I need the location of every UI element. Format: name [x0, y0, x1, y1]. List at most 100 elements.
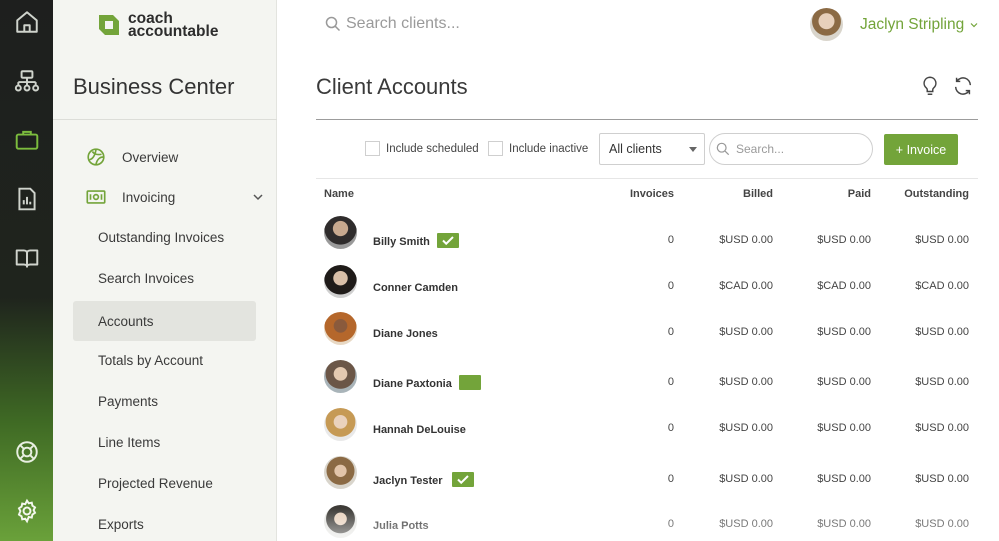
column-header-name[interactable]: Name	[324, 188, 354, 200]
sidebar-item-invoicing[interactable]: Invoicing	[85, 177, 268, 217]
outstanding-amount: $USD 0.00	[915, 518, 969, 530]
table-row[interactable]: Diane Jones 0 $USD 0.00 $USD 0.00 $USD 0.00	[316, 312, 978, 360]
briefcase-icon[interactable]	[0, 120, 53, 160]
add-invoice-button[interactable]: + Invoice	[884, 134, 958, 165]
report-icon[interactable]	[0, 179, 53, 219]
billed-amount: $USD 0.00	[719, 326, 773, 338]
org-chart-icon[interactable]	[0, 61, 53, 101]
sidebar-item-projected-revenue[interactable]: Projected Revenue	[73, 463, 256, 503]
sidebar-item-totals-by-account[interactable]: Totals by Account	[73, 340, 256, 380]
sidebar-item-search-invoices[interactable]: Search Invoices	[73, 258, 256, 298]
sidebar-item-label: Totals by Account	[98, 352, 204, 368]
caret-down-icon	[689, 147, 697, 152]
table-row[interactable]: Julia Potts 0 $USD 0.00 $USD 0.00 $USD 0.00	[316, 505, 978, 541]
checkbox-box[interactable]	[365, 141, 380, 156]
refresh-icon[interactable]	[952, 75, 974, 97]
logo[interactable]: coach accountable	[96, 11, 218, 39]
chevron-down-icon	[970, 22, 978, 27]
settings-gear-icon[interactable]	[0, 491, 53, 531]
sidebar-item-exports[interactable]: Exports	[73, 504, 256, 541]
chevron-down-icon[interactable]	[252, 191, 264, 203]
help-lifebuoy-icon[interactable]	[0, 432, 53, 472]
billed-amount: $USD 0.00	[719, 518, 773, 530]
avatar	[324, 312, 357, 345]
paid-amount: $USD 0.00	[817, 422, 871, 434]
sidebar: coach accountable Business Center Overvi…	[53, 0, 277, 541]
avatar	[324, 505, 357, 538]
column-header-outstanding[interactable]: Outstanding	[869, 188, 969, 200]
client-name[interactable]: Julia Potts	[373, 520, 429, 532]
sidebar-item-label: Search Invoices	[98, 270, 195, 286]
client-filter-select[interactable]: All clients	[599, 133, 705, 165]
client-name[interactable]: Diane Jones	[373, 328, 438, 340]
paid-amount: $USD 0.00	[817, 518, 871, 530]
column-header-paid[interactable]: Paid	[791, 188, 871, 200]
avatar	[324, 408, 357, 441]
search-icon	[716, 142, 730, 156]
avatar	[324, 456, 357, 489]
checkbox-box[interactable]	[488, 141, 503, 156]
sidebar-item-label: Projected Revenue	[98, 475, 213, 491]
outstanding-amount: $USD 0.00	[915, 326, 969, 338]
sidebar-title: Business Center	[73, 74, 235, 99]
invoice-count: 0	[667, 326, 674, 338]
sidebar-item-label: Invoicing	[122, 189, 176, 205]
outstanding-amount: $USD 0.00	[915, 422, 969, 434]
client-search-input[interactable]: Search clients...	[325, 15, 460, 33]
home-icon[interactable]	[0, 2, 53, 42]
paid-amount: $USD 0.00	[817, 326, 871, 338]
invoice-count: 0	[667, 422, 674, 434]
page-title: Client Accounts	[316, 74, 468, 99]
portal-badge-icon	[459, 375, 481, 390]
sidebar-item-outstanding-invoices[interactable]: Outstanding Invoices	[73, 217, 256, 257]
portal-check-badge-icon	[452, 472, 474, 487]
column-header-billed[interactable]: Billed	[693, 188, 773, 200]
column-header-invoices[interactable]: Invoices	[594, 188, 674, 200]
table-divider	[316, 178, 978, 179]
account-search-input[interactable]: Search...	[709, 133, 873, 165]
include-scheduled-label: Include scheduled	[386, 142, 479, 155]
client-name[interactable]: Hannah DeLouise	[373, 424, 466, 436]
table-row[interactable]: Jaclyn Tester 0 $USD 0.00 $USD 0.00 $USD 0.0…	[316, 456, 978, 504]
invoice-icon	[86, 190, 106, 204]
invoice-count: 0	[667, 518, 674, 530]
user-name: Jaclyn Stripling	[860, 15, 965, 33]
sidebar-item-label: Line Items	[98, 434, 161, 450]
paid-amount: $USD 0.00	[817, 234, 871, 246]
sidebar-divider	[53, 119, 277, 120]
lightbulb-icon[interactable]	[919, 75, 941, 97]
table-row[interactable]: Hannah DeLouise 0 $USD 0.00 $USD 0.00 $USD 0…	[316, 408, 978, 456]
billed-amount: $CAD 0.00	[719, 280, 773, 292]
sidebar-item-label: Accounts	[98, 313, 154, 329]
paid-amount: $USD 0.00	[817, 376, 871, 388]
sidebar-item-payments[interactable]: Payments	[73, 381, 256, 421]
client-name[interactable]: Billy Smith	[373, 236, 430, 248]
invoice-count: 0	[667, 473, 674, 485]
billed-amount: $USD 0.00	[719, 234, 773, 246]
include-scheduled-checkbox[interactable]: Include scheduled	[365, 141, 479, 156]
billed-amount: $USD 0.00	[719, 473, 773, 485]
avatar	[324, 265, 357, 298]
avatar	[324, 360, 357, 393]
client-name[interactable]: Jaclyn Tester	[373, 475, 443, 487]
portal-check-badge-icon	[437, 233, 459, 248]
table-row[interactable]: Conner Camden 0 $CAD 0.00 $CAD 0.00 $CAD 0.0…	[316, 265, 978, 313]
sidebar-item-line-items[interactable]: Line Items	[73, 422, 256, 462]
client-name[interactable]: Diane Paxtonia	[373, 378, 452, 390]
paid-amount: $USD 0.00	[817, 473, 871, 485]
sidebar-item-accounts[interactable]: Accounts	[73, 301, 256, 341]
outstanding-amount: $USD 0.00	[915, 376, 969, 388]
sidebar-item-overview[interactable]: Overview	[85, 137, 268, 177]
table-row[interactable]: Diane Paxtonia 0 $USD 0.00 $USD 0.00 $USD 0.…	[316, 360, 978, 408]
client-filter-value: All clients	[609, 142, 662, 156]
paid-amount: $CAD 0.00	[817, 280, 871, 292]
client-name[interactable]: Conner Camden	[373, 282, 458, 294]
include-inactive-checkbox[interactable]: Include inactive	[488, 141, 588, 156]
outstanding-amount: $USD 0.00	[915, 234, 969, 246]
book-icon[interactable]	[0, 238, 53, 278]
table-row[interactable]: Billy Smith 0 $USD 0.00 $USD 0.00 $USD 0.00	[316, 216, 978, 264]
outstanding-amount: $CAD 0.00	[915, 280, 969, 292]
search-icon	[325, 16, 341, 32]
user-menu[interactable]: Jaclyn Stripling	[810, 8, 978, 41]
avatar	[810, 8, 843, 41]
